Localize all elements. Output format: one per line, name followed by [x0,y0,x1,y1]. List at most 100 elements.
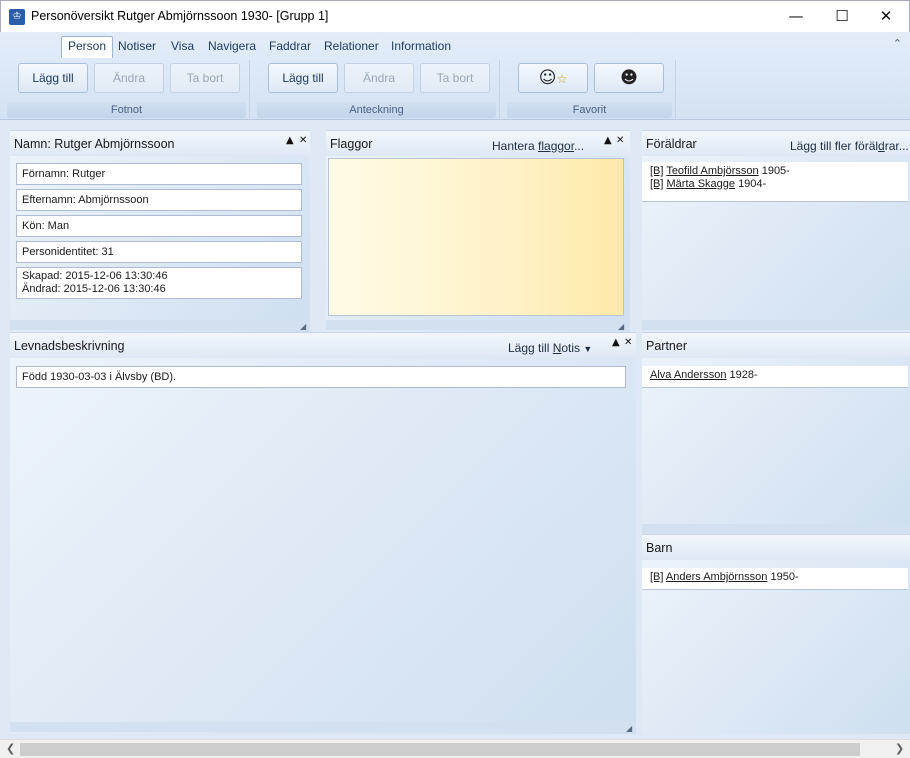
tab-relationer[interactable]: Relationer [318,37,385,57]
children-panel-title: Barn [646,541,673,555]
life-panel-title: Levnadsbeskrivning [14,339,125,353]
andrad-text: Ändrad: 2015-12-06 13:30:46 [22,283,166,295]
title-bar: ♔ Personöversikt Rutger Abmjörnssoon 193… [0,0,910,32]
add-parents-link-prefix: Lägg till fler föräl [790,139,879,153]
resize-grip-icon[interactable]: ◢ [300,323,308,331]
parent-name-link[interactable]: Teofild Ambjörsson [666,165,758,177]
life-panel-header: Levnadsbeskrivning Lägg till Notis ▼ ▲ ✕ [10,332,636,358]
manage-flags-link-suffix: ... [574,139,585,153]
group-label-fotnot: Fotnot [7,102,246,118]
parents-panel-header: Föräldrar Lägg till fler föräldrar... [642,130,910,156]
panel-close-icon[interactable]: ✕ [299,135,307,146]
add-note-link-suffix: otis [561,341,581,355]
parent-tag[interactable]: [B] [650,178,663,190]
life-text-field[interactable]: Född 1930-03-03 i Älvsby (BD). [16,366,626,388]
scroll-right-icon[interactable]: ❯ [895,742,904,755]
kon-field: Kön: Man [16,215,302,237]
tab-navigera[interactable]: Navigera [202,37,262,57]
window-title: Personöversikt Rutger Abmjörnssoon 1930-… [31,9,329,23]
group-anteckning: Lägg till Ändra Ta bort Anteckning [254,60,500,118]
anteckning-remove-button[interactable]: Ta bort [420,63,490,93]
group-favorit: ☺☆ ☻ Favorit [504,60,676,118]
add-note-link-prefix: Lägg till [508,341,553,355]
favorite-star-face-button[interactable]: ☺☆ [518,63,588,93]
face-icon: ☻ [620,68,638,88]
person-panel-header: Namn: Rutger Abmjörnssoon ▲ ✕ [10,130,310,156]
manage-flags-link[interactable]: Hantera flaggor... [492,139,584,153]
dropdown-arrow-icon[interactable]: ▼ [583,344,592,354]
add-note-link[interactable]: Lägg till Notis ▼ [508,341,592,355]
partner-panel-header: Partner [642,332,910,358]
flags-panel: Flaggor Hantera flaggor... ▲ ✕ ◢ [326,130,630,332]
ribbon-tabs: Person Notiser Visa Navigera Faddrar Rel… [0,32,910,58]
parent-year: 1904- [738,178,767,190]
add-parents-link-accel: d [878,139,885,153]
list-item: [B] Märta Skagge 1904- [650,178,900,191]
parents-list: [B] Teofild Ambjörsson 1905- [B] Märta S… [642,162,908,202]
child-name-link[interactable]: Anders Ambjörnsson [666,571,768,583]
tab-visa[interactable]: Visa [165,37,200,57]
panel-splitter[interactable] [326,320,630,330]
star-icon: ☆ [556,72,568,86]
parent-year: 1905- [761,165,790,177]
tab-notiser[interactable]: Notiser [112,37,162,57]
child-year: 1950- [770,571,799,583]
minimize-button[interactable]: — [773,1,819,31]
star-face-icon: ☺ [538,68,557,88]
fornamn-field: Förnamn: Rutger [16,163,302,185]
ribbon: Person Notiser Visa Navigera Faddrar Rel… [0,32,910,120]
collapse-ribbon-icon[interactable]: ⌃ [893,37,902,50]
tab-information[interactable]: Information [385,37,457,57]
panel-collapse-icon[interactable]: ▲ [612,337,620,348]
partner-panel-title: Partner [646,339,687,353]
list-item: Alva Andersson 1928- [642,366,908,388]
person-panel-title: Namn: Rutger Abmjörnssoon [14,137,175,151]
personidentitet-field: Personidentitet: 31 [16,241,302,263]
group-label-anteckning: Anteckning [257,102,496,118]
resize-grip-icon[interactable]: ◢ [618,323,626,331]
anteckning-add-button[interactable]: Lägg till [268,63,338,93]
child-tag[interactable]: [B] [650,571,663,583]
timestamps-field: Skapad: 2015-12-06 13:30:46 Ändrad: 2015… [16,267,302,299]
fotnot-remove-button[interactable]: Ta bort [170,63,240,93]
children-panel-header: Barn [642,534,910,560]
flags-area[interactable] [328,158,624,316]
panel-splitter[interactable] [10,722,636,732]
favorite-face-button[interactable]: ☻ [594,63,664,93]
manage-flags-link-prefix: Hantera [492,139,539,153]
add-parents-link[interactable]: Lägg till fler föräldrar... [790,139,909,153]
partner-panel: Partner Alva Andersson 1928- [642,332,910,534]
partner-name-link[interactable]: Alva Andersson [650,369,726,381]
app-icon: ♔ [9,9,25,25]
person-panel: Namn: Rutger Abmjörnssoon ▲ ✕ Förnamn: R… [10,130,310,332]
parents-panel: Föräldrar Lägg till fler föräldrar... [B… [642,130,910,330]
life-panel: Levnadsbeskrivning Lägg till Notis ▼ ▲ ✕… [10,332,636,734]
list-item: [B] Anders Ambjörnsson 1950- [642,568,908,590]
flags-panel-header: Flaggor Hantera flaggor... ▲ ✕ [326,130,630,156]
fotnot-edit-button[interactable]: Ändra [94,63,164,93]
panel-collapse-icon[interactable]: ▲ [604,135,612,146]
panel-splitter[interactable] [642,320,910,330]
scrollbar-thumb[interactable] [20,743,860,756]
parent-tag[interactable]: [B] [650,165,663,177]
horizontal-scrollbar[interactable]: ❮ ❯ [0,739,910,758]
anteckning-edit-button[interactable]: Ändra [344,63,414,93]
panel-close-icon[interactable]: ✕ [616,135,624,146]
fotnot-add-button[interactable]: Lägg till [18,63,88,93]
maximize-button[interactable]: ☐ [819,1,865,31]
panel-splitter[interactable] [642,524,910,534]
efternamn-field: Efternamn: Abmjörnssoon [16,189,302,211]
scroll-left-icon[interactable]: ❮ [6,742,15,755]
panel-close-icon[interactable]: ✕ [624,337,632,348]
panel-collapse-icon[interactable]: ▲ [286,135,294,146]
parents-panel-title: Föräldrar [646,137,697,151]
close-button[interactable]: ✕ [863,1,909,31]
parent-name-link[interactable]: Märta Skagge [667,178,735,190]
tab-person[interactable]: Person [61,36,114,58]
panel-splitter[interactable] [10,320,310,330]
partner-year: 1928- [729,369,758,381]
resize-grip-icon[interactable]: ◢ [626,725,634,733]
tab-faddrar[interactable]: Faddrar [263,37,317,57]
flags-panel-title: Flaggor [330,137,373,151]
add-parents-link-suffix: rar... [884,139,909,153]
